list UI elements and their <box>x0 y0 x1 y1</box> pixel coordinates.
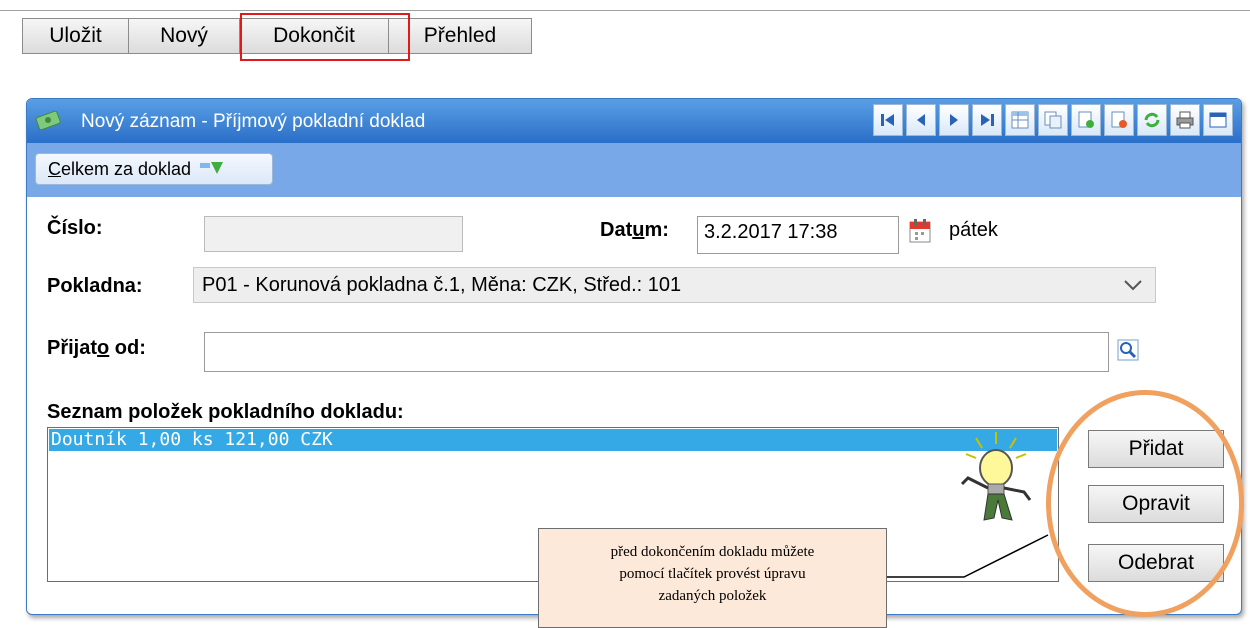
number-field[interactable] <box>204 216 463 252</box>
callout-line-2: pomocí tlačítek provést úpravu <box>619 566 806 582</box>
first-record-icon[interactable] <box>873 104 903 136</box>
cashbox-select[interactable]: P01 - Korunová pokladna č.1, Měna: CZK, … <box>193 267 1156 303</box>
print-icon[interactable] <box>1170 104 1200 136</box>
received-label-start: Přijat <box>47 337 98 359</box>
window-title: Nový záznam - Příjmový pokladní doklad <box>81 111 426 132</box>
chevron-down-icon <box>1124 280 1142 291</box>
cashbox-selected-value: P01 - Korunová pokladna č.1, Měna: CZK, … <box>202 273 682 296</box>
number-label: Číslo: <box>47 217 103 239</box>
money-icon <box>35 110 61 131</box>
hint-callout: před dokončením dokladu můžete pomocí tl… <box>538 528 887 628</box>
window-mode-icon[interactable] <box>1203 104 1233 136</box>
previous-record-icon[interactable] <box>906 104 936 136</box>
date-label-mnemonic: u <box>632 219 645 241</box>
date-label-end: m: <box>644 219 669 241</box>
total-button-mnemonic: C <box>48 158 61 179</box>
refresh-icon[interactable] <box>1137 104 1167 136</box>
received-from-field[interactable] <box>204 332 1109 372</box>
search-icon[interactable] <box>1117 339 1139 361</box>
copy-record-icon[interactable] <box>1038 104 1068 136</box>
next-record-icon[interactable] <box>939 104 969 136</box>
lightbulb-icon <box>960 432 1032 521</box>
add-record-icon[interactable] <box>1071 104 1101 136</box>
record-nav-icons <box>870 104 1233 136</box>
last-record-icon[interactable] <box>972 104 1002 136</box>
window-titlebar: Nový záznam - Příjmový pokladní doklad <box>27 99 1241 143</box>
cashbox-label: Pokladna: <box>47 275 143 297</box>
buttons-highlight-ellipse <box>1046 390 1244 617</box>
save-button[interactable]: Uložit <box>22 18 129 54</box>
callout-line-1: před dokončením dokladu můžete <box>610 544 815 560</box>
items-heading: Seznam položek pokladního dokladu: <box>47 401 404 423</box>
document-total-button[interactable]: Celkem za doklad <box>35 153 273 185</box>
top-separator <box>0 10 1250 11</box>
new-button[interactable]: Nový <box>128 18 240 54</box>
document-subbar: Celkem za doklad <box>27 143 1241 197</box>
received-label-end: od: <box>109 337 146 359</box>
date-field[interactable]: 3.2.2017 17:38 <box>697 216 899 254</box>
callout-line-3: zadaných položek <box>658 588 767 604</box>
table-view-icon[interactable] <box>1005 104 1035 136</box>
arrow-down-icon <box>200 162 224 174</box>
received-from-label: Přijato od: <box>47 337 146 360</box>
day-name: pátek <box>949 219 998 241</box>
finish-button-highlight <box>240 13 410 61</box>
date-label: Datum: <box>600 219 669 242</box>
date-label-start: Dat <box>600 219 633 241</box>
calendar-icon[interactable] <box>909 219 931 243</box>
received-label-mnemonic: o <box>97 337 110 359</box>
total-button-label: elkem za doklad <box>61 158 192 179</box>
delete-record-icon[interactable] <box>1104 104 1134 136</box>
list-item[interactable]: Doutník 1,00 ks 121,00 CZK <box>49 429 1057 451</box>
